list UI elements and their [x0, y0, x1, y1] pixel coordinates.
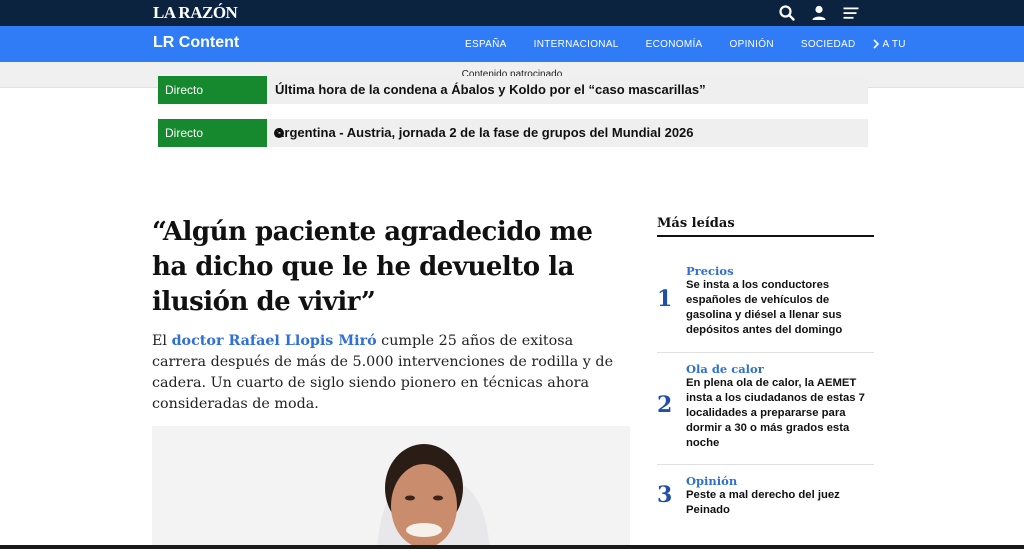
divider — [657, 464, 874, 465]
item-headline[interactable]: En plena ola de calor, la AEMET insta a … — [686, 376, 874, 451]
search-icon[interactable] — [778, 4, 796, 22]
bottom-bar — [0, 545, 1024, 549]
live-text[interactable]: Última hora de la condena a Ábalos y Kol… — [275, 76, 706, 104]
item-category[interactable]: Opinión — [686, 474, 737, 488]
menu-icon[interactable] — [842, 4, 860, 22]
divider — [657, 352, 874, 353]
item-headline[interactable]: Peste a mal derecho del juez Peinado — [686, 488, 874, 518]
article-headline[interactable]: “Algún paciente agradecido me ha dicho q… — [152, 215, 622, 320]
site-logo[interactable]: LA RAZÓN — [153, 3, 238, 23]
top-bar: LA RAZÓN — [0, 0, 1024, 26]
rank-number: 3 — [657, 482, 673, 508]
section-navbar: LR Content ESPAÑA INTERNACIONAL ECONOMÍA… — [0, 26, 1024, 62]
article-photo[interactable] — [152, 426, 630, 549]
section-title[interactable]: LR Content — [153, 34, 239, 52]
nav-item-espana[interactable]: ESPAÑA — [465, 39, 507, 50]
rank-number: 1 — [657, 286, 673, 312]
live-row-1[interactable]: Directo Última hora de la condena a Ábal… — [158, 76, 868, 104]
rank-number: 2 — [657, 392, 673, 418]
nav-item-internacional[interactable]: INTERNACIONAL — [534, 39, 619, 50]
lede-prefix: El — [152, 333, 172, 349]
article-lede: El doctor Rafael Llopis Miró cumple 25 a… — [152, 331, 630, 415]
item-category[interactable]: Ola de calor — [686, 362, 764, 376]
item-category[interactable]: Precios — [686, 264, 734, 278]
item-headline[interactable]: Se insta a los conductores españoles de … — [686, 278, 874, 338]
live-row-2[interactable]: Directo Argentina - Austria, jornada 2 d… — [158, 119, 868, 147]
top-icons — [778, 4, 860, 22]
user-icon[interactable] — [810, 4, 828, 22]
nav-item-sociedad[interactable]: SOCIEDAD — [801, 39, 856, 50]
doctor-link[interactable]: doctor Rafael Llopis Miró — [172, 333, 377, 349]
most-read-title: Más leídas — [657, 216, 735, 231]
live-badge: Directo — [158, 119, 267, 147]
nav-item-economia[interactable]: ECONOMÍA — [646, 39, 703, 50]
nav-item-opinion[interactable]: OPINIÓN — [730, 39, 774, 50]
chevron-right-icon[interactable] — [871, 38, 881, 50]
live-text[interactable]: Argentina - Austria, jornada 2 de la fas… — [275, 119, 694, 147]
live-badge: Directo — [158, 76, 267, 104]
most-read-rule — [657, 235, 874, 237]
nav-item-a-tu[interactable]: A TU — [883, 39, 906, 50]
doctor-portrait — [152, 426, 630, 549]
